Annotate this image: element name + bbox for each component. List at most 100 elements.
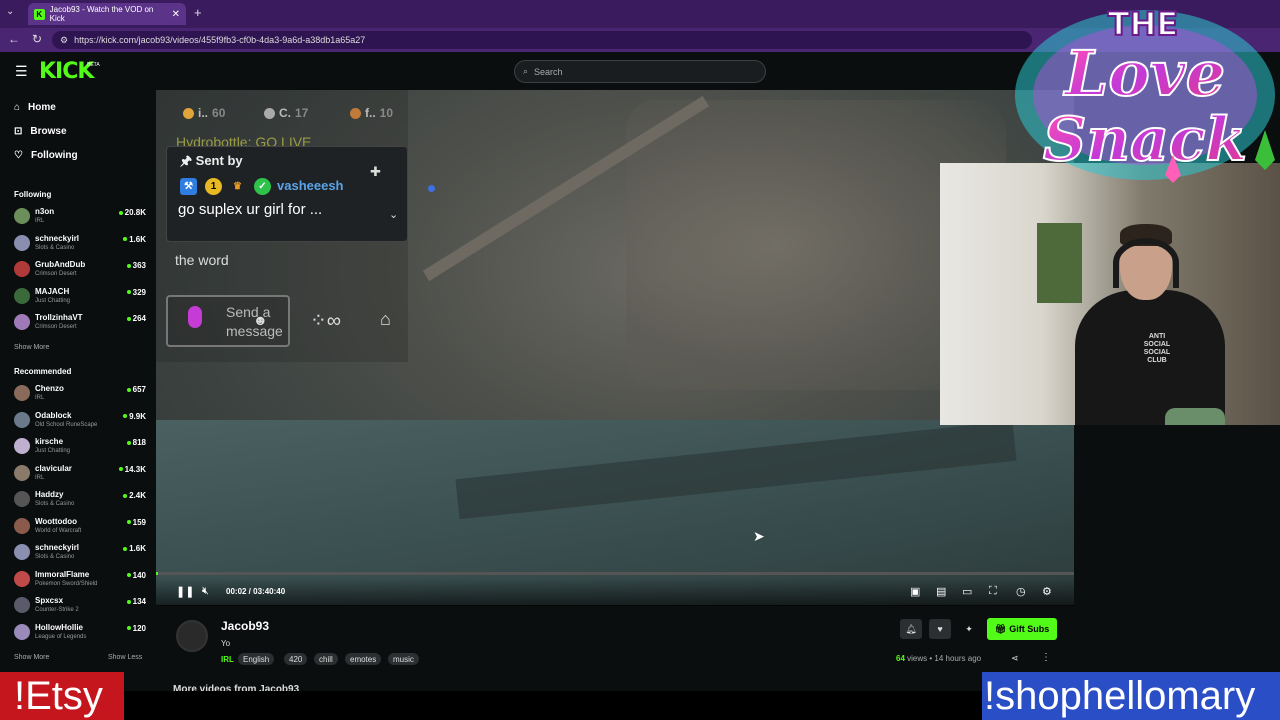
close-tab-icon[interactable]: ✕ [172,9,180,20]
sidebar-channel-odablock[interactable]: Odablock Old School RuneScape 9.9K [14,409,146,433]
leaderboard-entry-3: f.. 10 [350,106,393,120]
gift-subs-button[interactable]: 🎁︎ Gift Subs [987,618,1057,640]
clip-icon[interactable]: ▤ [936,585,946,598]
sidebar-channel-trollzinhavt[interactable]: TrollzinhaVT Crimson Desert 264 [14,311,146,335]
channel-viewers: 120 [126,624,146,633]
reload-icon[interactable]: ↻ [32,32,42,46]
tag-emotes[interactable]: emotes [345,653,382,665]
site-header [0,52,1010,90]
kick-logo[interactable]: KICK [39,59,94,84]
sidebar-channel-hollowhollie[interactable]: HollowHollie League of Legends 120 [14,621,146,645]
show-less-button[interactable]: Show Less [108,654,142,661]
new-tab-icon[interactable]: + [194,5,202,20]
tag-music[interactable]: music [388,653,419,665]
channel-avatar [14,385,30,401]
menu-icon[interactable]: ☰ [15,63,28,80]
channel-category: Just Chatting [35,297,71,304]
pinned-message-text: go suplex ur girl for ... [178,201,323,218]
channel-avatar [14,261,30,277]
sidebar-channel-grubanddub[interactable]: GrubAndDub Crimson Desert 363 [14,258,146,282]
chevron-down-icon[interactable]: ⌄ [389,208,398,221]
pin-icon: 🖈 [180,153,193,168]
site-info-icon[interactable]: ⚙ [60,35,68,46]
sidebar-channel-clavicular[interactable]: clavicular IRL 14.3K [14,462,146,486]
channel-name: GrubAndDub [35,260,86,269]
channel-viewers: 1.6K [123,544,146,553]
pinned-username[interactable]: vasheeesh [277,178,344,193]
sidebar-channel-kirsche[interactable]: kirsche Just Chatting 818 [14,435,146,459]
channel-avatar [14,314,30,330]
browser-tab[interactable]: K Jacob93 - Watch the VOD on Kick ✕ [28,3,186,25]
live-dot-icon [126,316,131,321]
logo-text-snack: Snack [1043,105,1247,175]
unpin-icon[interactable]: ✚ [370,164,381,180]
streamer-avatar[interactable] [176,620,208,652]
channel-viewers: 134 [126,597,146,606]
tag-chill[interactable]: chill [314,653,338,665]
sparkle-icon[interactable]: ✦ [958,619,980,639]
show-more-following-button[interactable]: Show More [14,344,49,351]
home-icon: ⌂ [14,102,21,113]
store-icon[interactable]: ⌂ [380,309,391,330]
sidebar-item-browse[interactable]: ⊡ Browse [14,126,67,137]
channel-avatar [14,570,30,587]
tag-420[interactable]: 420 [284,653,308,665]
progress-bar[interactable] [156,572,1074,575]
live-dot-icon [123,546,128,551]
time-display: 00:02 / 03:40:40 [226,587,286,596]
tag-english[interactable]: English [238,653,275,665]
stream-info-panel [156,606,1074,676]
gift-icon: 🎁︎ [994,623,1007,634]
crown-badge-icon: ♛ [233,181,242,192]
share-icon[interactable]: ⋖ [1011,653,1019,664]
verified-badge-icon: ✓ [254,178,271,195]
channel-name: Haddzy [35,490,64,499]
fullscreen-icon[interactable]: ⛶ [989,585,997,598]
follow-heart-icon[interactable]: ♥ [929,619,951,639]
sidebar-channel-schneckyirl[interactable]: schneckyirl Slots & Casino 1.6K [14,541,146,565]
infinity-points-icon[interactable]: ⁘∞ [310,308,341,333]
live-dot-icon [123,237,128,241]
sidebar-item-following[interactable]: ♡ Following [14,150,78,161]
more-options-icon[interactable]: ⋮ [1041,652,1051,663]
mic-icon[interactable] [188,306,202,328]
sidebar-channel-schneckyirl[interactable]: schneckyirl Slots & Casino 1.6K [14,232,146,256]
search-input[interactable]: ⌕ Search [514,60,766,83]
sidebar-channel-spxcsx[interactable]: Spxcsx Counter-Strike 2 134 [14,594,146,618]
back-icon[interactable]: ← [8,32,20,46]
theater-mode-icon[interactable]: ▭ [962,585,972,598]
url-field[interactable]: ⚙ https://kick.com/jacob93/videos/455f9f… [52,31,1032,49]
following-section-title: Following [14,190,52,199]
channel-category: Slots & Casino [35,554,75,560]
sidebar-channel-immoralflame[interactable]: ImmoralFlame Pokemon Sword/Shield 140 [14,568,146,592]
sidebar-channel-chenzo[interactable]: Chenzo IRL 657 [14,382,146,406]
mute-icon[interactable]: 🔇︎ [202,585,209,598]
beta-badge: BETA [87,62,100,68]
sidebar-channel-woottodoo[interactable]: Woottodoo World of Warcraft 159 [14,515,146,539]
channel-avatar [14,438,30,454]
settings-gear-icon[interactable]: ⚙ [1042,585,1052,598]
sidebar: ⌂ Home ⊡ Browse ♡ Following Following Show … [0,90,156,675]
recommended-section-title: Recommended [14,367,72,376]
channel-name: HollowHollie [35,622,83,632]
emoji-icon[interactable]: ☻ [253,312,268,328]
tab-list-icon[interactable]: ⌄ [6,6,14,17]
channel-name: Woottodoo [35,516,78,526]
sidebar-channel-haddzy[interactable]: Haddzy Slots & Casino 2.4K [14,488,146,512]
show-more-recommended-button[interactable]: Show More [14,654,49,661]
channel-avatar [14,287,30,304]
pip-icon[interactable]: ▣ [910,585,920,598]
streamer-name[interactable]: Jacob93 [221,619,269,633]
chat-message: the word [175,252,229,268]
stream-category[interactable]: IRL [221,655,234,664]
browse-icon: ⊡ [14,126,23,137]
bronze-badge-icon [350,107,361,119]
shop-overlay: !shophellomary [982,672,1280,720]
notification-bell-icon[interactable]: 🔔︎ [900,619,922,639]
pause-icon[interactable]: ❚❚ [176,585,194,598]
channel-avatar [14,464,30,481]
speed-icon[interactable]: ◷ [1016,585,1026,598]
sidebar-channel-majach[interactable]: MAJACH Just Chatting 329 [14,285,146,309]
sidebar-item-home[interactable]: ⌂ Home [14,102,56,113]
sidebar-channel-n3on[interactable]: n3on IRL 20.8K [14,205,146,229]
